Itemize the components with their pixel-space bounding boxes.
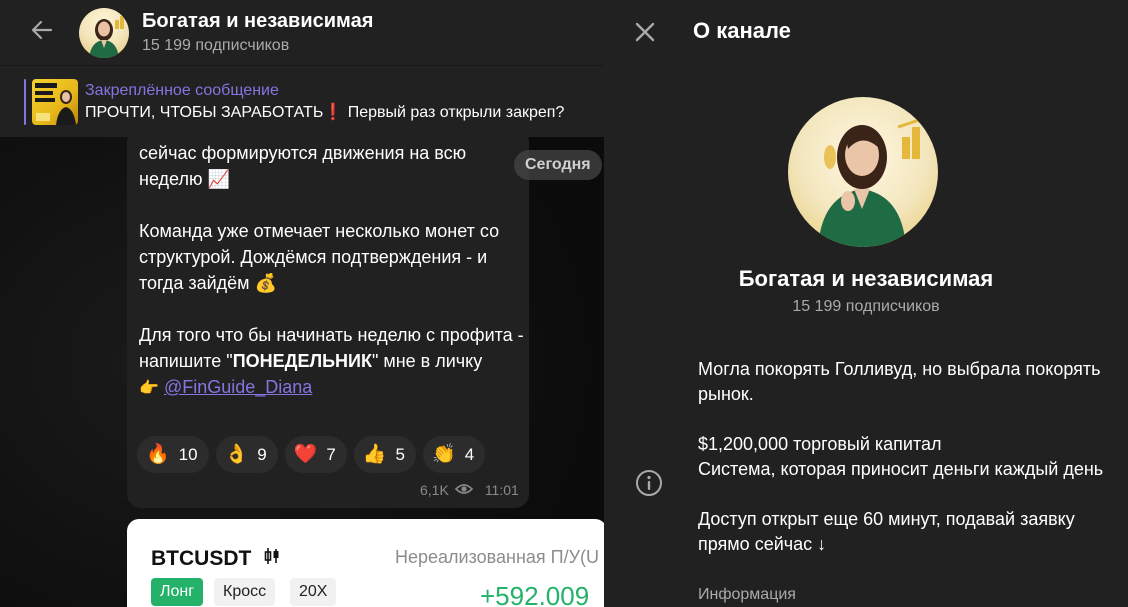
reaction-count: 4 [464,444,475,464]
pointing-hand-icon: 👉 [139,380,159,397]
subscriber-count: 15 199 подписчиков [142,36,290,54]
channel-title: Богатая и независимая [142,9,374,32]
close-button[interactable] [631,18,659,46]
reaction-count: 7 [326,444,336,464]
message-line-1: сейчас формируются движения на всю [139,143,467,163]
views-count: 6,1K [420,482,449,498]
reaction-clap[interactable]: 👏 4 [423,436,486,473]
thumbs-up-icon: 👍 [362,443,387,465]
arrow-left-icon [30,18,54,47]
profit-value: +592.009 [480,581,590,607]
heart-icon: ❤️ [293,443,318,465]
pinned-thumbnail [32,78,78,125]
chat-view: сейчас формируются движения на всю недел… [0,0,604,607]
pinned-message-bar[interactable]: Закреплённое сообщение ПРОЧТИ, ЧТОБЫ ЗАР… [0,65,604,137]
reactions-bar: 🔥 10 👌 9 ❤️ 7 👍 5 👏 4 [137,436,486,473]
message-meta: 6,1K 11:01 [420,482,519,498]
message-paragraph-3-suffix: " мне в личку [371,351,483,371]
message-paragraph-3: Для того что бы начинать неделю с профит… [139,322,529,374]
mention-line: 👉 @FinGuide_Diana [139,374,529,402]
panel-title: О канале [693,18,791,43]
channel-subscribers: 15 199 подписчиков [792,298,940,315]
back-button[interactable] [21,12,63,54]
fire-icon: 🔥 [146,443,170,465]
reaction-count: 10 [178,444,198,464]
channel-description[interactable]: Могла покорять Голливуд, но выбрала поко… [698,357,1108,557]
pinned-preview: ПРОЧТИ, ЧТОБЫ ЗАРАБОТАТЬ❗ Первый раз отк… [85,103,565,121]
reaction-ok-hand[interactable]: 👌 9 [215,436,278,473]
description-label: Информация [698,586,796,603]
message-text: сейчас формируются движения на всю недел… [139,140,529,402]
reaction-count: 9 [257,444,267,464]
reaction-fire[interactable]: 🔥 10 [137,436,209,473]
message-keyword: ПОНЕДЕЛЬНИК [232,351,372,371]
date-pill: Сегодня [514,150,602,180]
pinned-indicator [24,78,26,125]
tag-leverage: 20X [290,578,337,606]
channel-name: Богатая и независимая [738,266,994,291]
reaction-heart[interactable]: ❤️ 7 [284,436,347,473]
reaction-count: 5 [395,444,406,464]
message-line-2: неделю 📈 [139,169,230,189]
trade-symbol: BTCUSDT [151,547,281,571]
tag-long: Лонг [151,578,204,606]
description-paragraph-3: Доступ открыт еще 60 минут, подавай заяв… [698,509,1075,554]
candlestick-icon [263,547,281,571]
clapping-hands-icon: 👏 [432,443,456,465]
info-circle-icon [634,468,664,498]
unrealized-pnl-label: Нереализованная П/У(U [395,547,600,567]
trade-symbol-text: BTCUSDT [151,547,252,570]
ok-hand-icon: 👌 [224,443,249,465]
description-line-system: Система, которая приносит деньги каждый … [698,459,1104,479]
trade-card-image[interactable]: BTCUSDT Нереализованная П/У(U Лонг Кросс… [127,519,604,607]
channel-avatar[interactable] [79,7,129,58]
tag-cross: Кросс [214,578,276,606]
header-text[interactable]: Богатая и независимая 15 199 подписчиков [142,9,373,57]
pinned-text: Закреплённое сообщение ПРОЧТИ, ЧТОБЫ ЗАР… [85,80,564,124]
description-line-capital: $1,200,000 торговый капитал [698,434,942,454]
channel-avatar-large[interactable] [788,97,938,247]
mention-link[interactable]: @FinGuide_Diana [164,377,312,397]
eye-icon [454,482,473,498]
chat-header: Богатая и независимая 15 199 подписчиков [0,0,604,65]
message-paragraph-2: Команда уже отмечает несколько монет со … [139,221,500,293]
channel-info-panel: О канале Богатая и независимая 15 199 по… [604,0,1128,607]
description-paragraph-1: Могла покорять Голливуд, но выбрала поко… [698,359,1101,404]
pinned-title: Закреплённое сообщение [85,81,279,99]
message-time: 11:01 [484,482,519,498]
reaction-thumbs-up[interactable]: 👍 5 [353,436,417,473]
close-icon [631,22,659,50]
